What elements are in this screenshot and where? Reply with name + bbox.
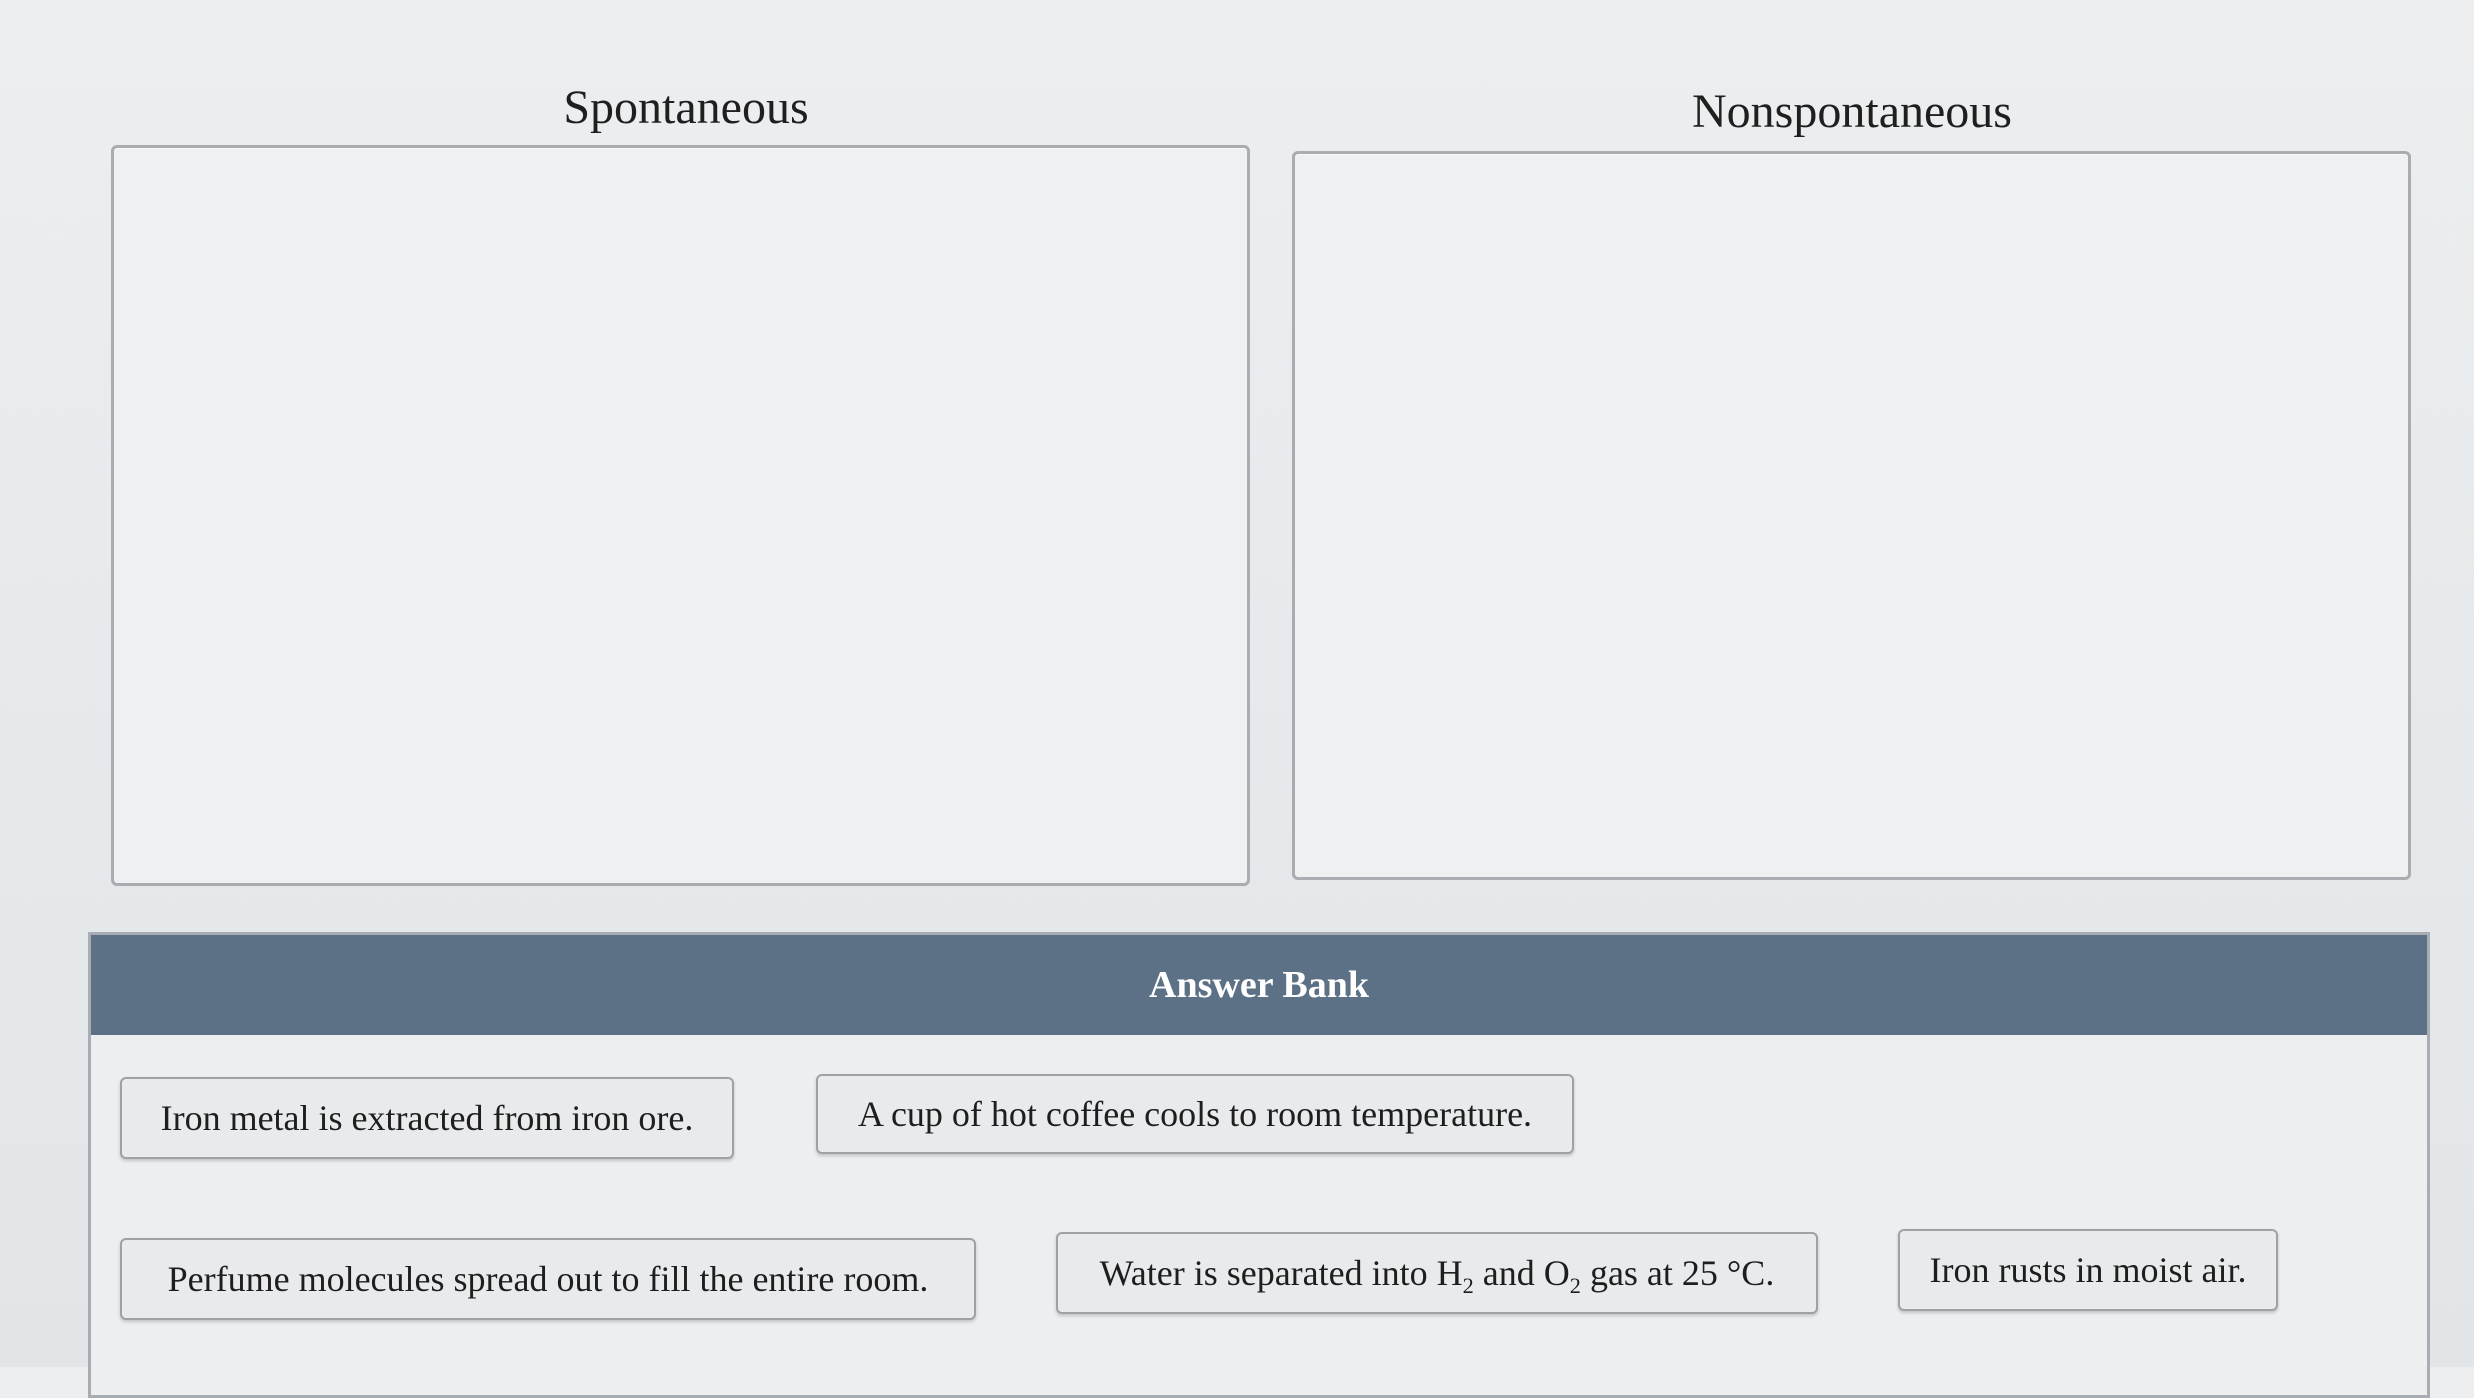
answer-chip-coffee-cools[interactable]: A cup of hot coffee cools to room temper… — [816, 1074, 1574, 1154]
answer-bank-title: Answer Bank — [1149, 964, 1369, 1006]
nonspontaneous-heading: Nonspontaneous — [1692, 85, 2012, 138]
water-chip-text: Water is separated into H2 and O2 gas at… — [1099, 1253, 1775, 1299]
answer-bank[interactable]: Answer Bank — [88, 932, 2430, 1398]
answer-chip-water-separated[interactable]: Water is separated into H2 and O2 gas at… — [1056, 1232, 1818, 1314]
spontaneous-heading: Spontaneous — [563, 81, 809, 134]
answer-chip-iron-extracted[interactable]: Iron metal is extracted from iron ore. — [120, 1077, 734, 1159]
answer-chip-perfume-spreads[interactable]: Perfume molecules spread out to fill the… — [120, 1238, 976, 1320]
answer-bank-header: Answer Bank — [91, 935, 2427, 1035]
answer-chip-iron-rusts[interactable]: Iron rusts in moist air. — [1898, 1229, 2278, 1311]
nonspontaneous-drop-zone[interactable] — [1292, 151, 2411, 880]
spontaneous-drop-zone[interactable] — [111, 145, 1250, 886]
